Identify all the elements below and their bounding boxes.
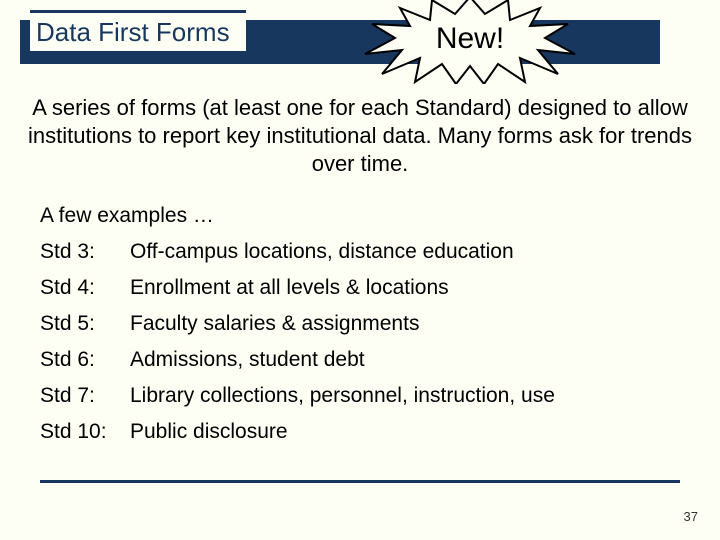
table-row: Std 3: Off-campus locations, distance ed… (40, 240, 555, 264)
table-row: Std 6: Admissions, student debt (40, 348, 555, 372)
slide-title: Data First Forms (36, 17, 230, 48)
burst-label: New! (360, 0, 580, 84)
table-row: Std 10: Public disclosure (40, 420, 555, 444)
std-label: Std 7: (40, 384, 130, 408)
title-box: Data First Forms (30, 10, 246, 54)
burst-badge: New! (360, 0, 580, 84)
std-desc: Public disclosure (130, 420, 288, 444)
slide: Data First Forms New! A series of forms … (0, 0, 720, 540)
examples-heading: A few examples … (40, 204, 214, 228)
std-label: Std 6: (40, 348, 130, 372)
std-desc: Admissions, student debt (130, 348, 365, 372)
table-row: Std 4: Enrollment at all levels & locati… (40, 276, 555, 300)
std-desc: Library collections, personnel, instruct… (130, 384, 555, 408)
std-desc: Off-campus locations, distance education (130, 240, 514, 264)
examples-table: Std 3: Off-campus locations, distance ed… (40, 240, 555, 456)
divider (40, 480, 680, 483)
table-row: Std 7: Library collections, personnel, i… (40, 384, 555, 408)
std-label: Std 10: (40, 420, 130, 444)
std-label: Std 5: (40, 312, 130, 336)
page-number: 37 (684, 509, 698, 524)
std-desc: Faculty salaries & assignments (130, 312, 419, 336)
intro-text: A series of forms (at least one for each… (20, 94, 700, 178)
std-desc: Enrollment at all levels & locations (130, 276, 449, 300)
table-row: Std 5: Faculty salaries & assignments (40, 312, 555, 336)
std-label: Std 3: (40, 240, 130, 264)
std-label: Std 4: (40, 276, 130, 300)
